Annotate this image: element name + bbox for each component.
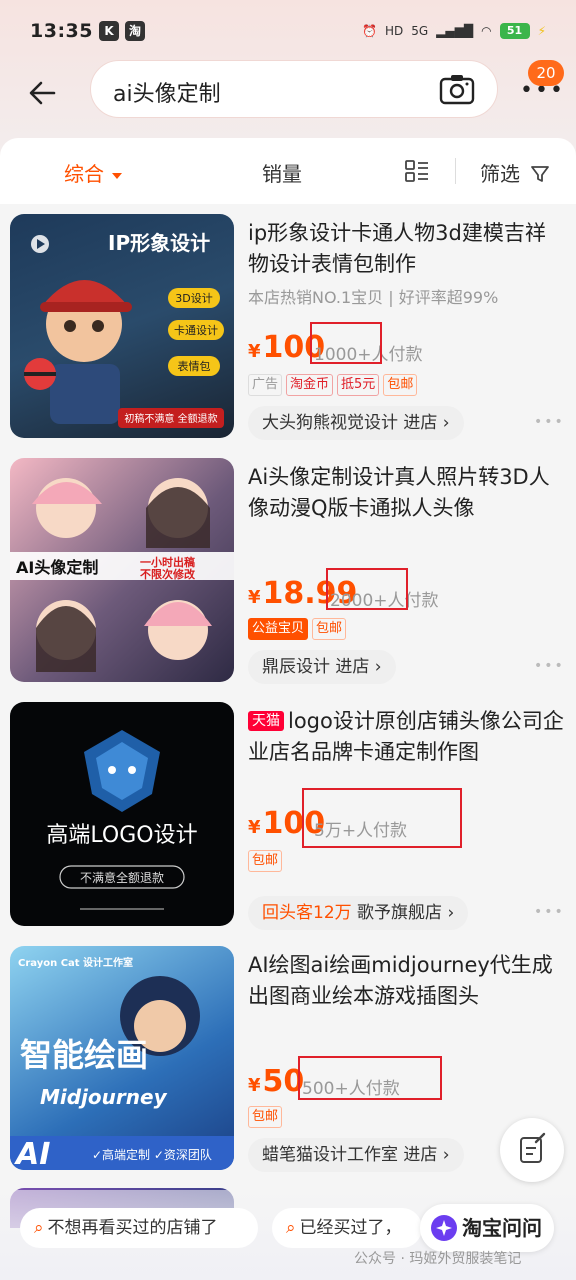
thumb-brand: Crayon Cat 设计工作室: [18, 956, 133, 969]
status-icons: ⏰ HD 5G ▂▄▆█ ◠ 51 ⚡: [362, 23, 546, 39]
tag-row: 公益宝贝 包邮: [248, 618, 347, 640]
tag-row: 包邮: [248, 1106, 283, 1128]
ad-tag: 广告: [248, 374, 283, 396]
signal-bars-icon: ▂▄▆█: [436, 24, 474, 38]
suggestion-chip[interactable]: ⌕ 已经买过了，: [272, 1208, 422, 1248]
free-shipping-tag: 包邮: [248, 850, 283, 872]
feedback-button[interactable]: [500, 1118, 564, 1182]
product-title[interactable]: AI绘图ai绘画midjourney代生成出图商业绘本游戏插图头: [248, 950, 566, 1012]
thumb-title: 智能绘画: [20, 1036, 148, 1074]
product-card[interactable]: 高端LOGO设计 不满意全额退款 天猫 logo设计原创店铺头像公司企业店名品牌卡…: [0, 692, 576, 930]
more-dots-icon[interactable]: •••: [534, 658, 565, 674]
discount-tag: 抵5元: [337, 374, 380, 396]
product-image[interactable]: 高端LOGO设计 不满意全额退款: [10, 702, 234, 926]
camera-icon[interactable]: [439, 73, 475, 105]
k-app-icon: K: [98, 21, 119, 41]
search-query[interactable]: ai头像定制: [113, 76, 221, 108]
sparkle-icon: [431, 1215, 457, 1241]
free-shipping-tag: 包邮: [248, 1106, 283, 1128]
thumb-red-text: 一小时出稿: [140, 555, 195, 569]
charging-icon: ⚡: [537, 24, 546, 38]
tab-divider: [455, 158, 456, 184]
more-dots-icon[interactable]: •••: [534, 414, 565, 430]
tab-filter-label: 筛选: [480, 162, 520, 186]
thumb-checks: ✓高端定制 ✓资深团队: [92, 1147, 212, 1162]
product-list: IP形象设计 3D设计 卡通设计 表情包 初稿不满意 全额退款 ip形象设计卡通…: [0, 204, 576, 1280]
charity-tag: 公益宝贝: [248, 618, 309, 640]
thumb-bottom-text: 不满意全额退款: [80, 870, 164, 885]
product-card[interactable]: AI头像定制 一小时出稿 不限次修改 Ai头像定制设计真人照片转3D人像动漫Q版…: [0, 448, 576, 684]
thumb-pill: 卡通设计: [174, 324, 218, 337]
free-shipping-tag: 包邮: [383, 374, 418, 396]
more-dots-icon[interactable]: •••: [534, 904, 565, 920]
product-image[interactable]: AI头像定制 一小时出稿 不限次修改: [10, 458, 234, 682]
filter-funnel-icon: [531, 166, 550, 182]
highlight-box: [326, 568, 408, 610]
tag-row: 广告 淘金币 抵5元 包邮: [248, 374, 418, 396]
thumb-banner: AI头像定制: [16, 558, 98, 577]
product-title[interactable]: 天猫 logo设计原创店铺头像公司企业店名品牌卡通定制作图: [248, 706, 566, 768]
product-subtitle: 本店热销NO.1宝贝 | 好评率超99%: [248, 288, 499, 307]
search-icon: ⌕: [286, 1218, 296, 1238]
hd-label: HD: [384, 24, 404, 38]
watermark: 公众号 · 玛姬外贸服装笔记: [354, 1251, 522, 1267]
battery-icon: 51: [499, 23, 530, 39]
product-price: ¥50: [248, 1064, 305, 1099]
free-shipping-tag: 包邮: [312, 618, 347, 640]
thumb-pill: 表情包: [178, 359, 211, 373]
edit-note-icon: [520, 1132, 546, 1163]
taobao-ask-button[interactable]: 淘宝问问: [420, 1204, 554, 1252]
search-bar[interactable]: ai头像定制: [90, 60, 498, 118]
product-card[interactable]: IP形象设计 3D设计 卡通设计 表情包 初稿不满意 全额退款 ip形象设计卡通…: [0, 204, 576, 440]
shop-link[interactable]: 回头客12万 歌予旗舰店 ›: [248, 896, 469, 930]
tag-row: 包邮: [248, 850, 283, 872]
product-image[interactable]: IP形象设计 3D设计 卡通设计 表情包 初稿不满意 全额退款: [10, 214, 234, 438]
taobao-app-icon: 淘: [124, 21, 145, 41]
wifi-icon: ◠: [481, 24, 492, 38]
status-bar: 13:35 K 淘 ⏰ HD 5G ▂▄▆█ ◠ 51 ⚡: [0, 0, 576, 62]
back-arrow-icon[interactable]: [26, 76, 60, 110]
bottom-suggestion-bar: ⌕ 不想再看买过的店铺了 ⌕ 已经买过了， 淘宝问问 公众号 · 玛姬外贸服装笔记: [0, 1190, 576, 1280]
product-image[interactable]: Crayon Cat 设计工作室 智能绘画 Midjourney AI ✓高端定…: [10, 946, 234, 1170]
repeat-customer-label: 回头客12万: [262, 903, 352, 923]
coin-tag: 淘金币: [286, 374, 334, 396]
shop-link[interactable]: 蜡笔猫设计工作室 进店 ›: [248, 1138, 464, 1172]
product-title[interactable]: ip形象设计卡通人物3d建模吉祥物设计表情包制作: [248, 218, 566, 280]
alarm-icon: ⏰: [362, 24, 377, 38]
search-icon: ⌕: [34, 1218, 44, 1238]
search-header: ai头像定制 ••• 20: [0, 60, 576, 122]
tab-general-label: 综合: [64, 162, 104, 186]
thumb-bottom-text: 初稿不满意 全额退款: [124, 412, 217, 425]
thumb-red-text: 不限次修改: [140, 567, 196, 581]
thumb-sub: Midjourney: [40, 1085, 168, 1109]
status-time: 13:35: [30, 20, 93, 42]
caret-down-icon: [112, 172, 122, 179]
tab-filter[interactable]: 筛选: [480, 158, 550, 187]
tab-general[interactable]: 综合: [64, 158, 122, 187]
thumb-pill: 3D设计: [175, 292, 212, 305]
thumb-title: 高端LOGO设计: [46, 823, 197, 848]
product-card[interactable]: Crayon Cat 设计工作室 智能绘画 Midjourney AI ✓高端定…: [0, 936, 576, 1172]
product-title[interactable]: Ai头像定制设计真人照片转3D人像动漫Q版卡通拟人头像: [248, 462, 566, 524]
shop-link[interactable]: 鼎辰设计 进店 ›: [248, 650, 396, 684]
notification-badge: 20: [528, 60, 564, 86]
signal-label: 5G: [411, 24, 429, 38]
highlight-box: [298, 1056, 442, 1100]
tab-sales[interactable]: 销量: [262, 158, 302, 187]
thumb-ai: AI: [14, 1137, 50, 1170]
suggestion-chip[interactable]: ⌕ 不想再看买过的店铺了: [20, 1208, 258, 1248]
layout-toggle-icon[interactable]: [405, 160, 429, 182]
shop-link[interactable]: 大头狗熊视觉设计 进店 ›: [248, 406, 464, 440]
highlight-box: [310, 322, 382, 364]
thumb-title: IP形象设计: [108, 231, 210, 255]
sort-tabs: 综合 销量 筛选: [0, 138, 576, 204]
tmall-badge: 天猫: [248, 711, 284, 731]
highlight-box: [302, 788, 462, 848]
